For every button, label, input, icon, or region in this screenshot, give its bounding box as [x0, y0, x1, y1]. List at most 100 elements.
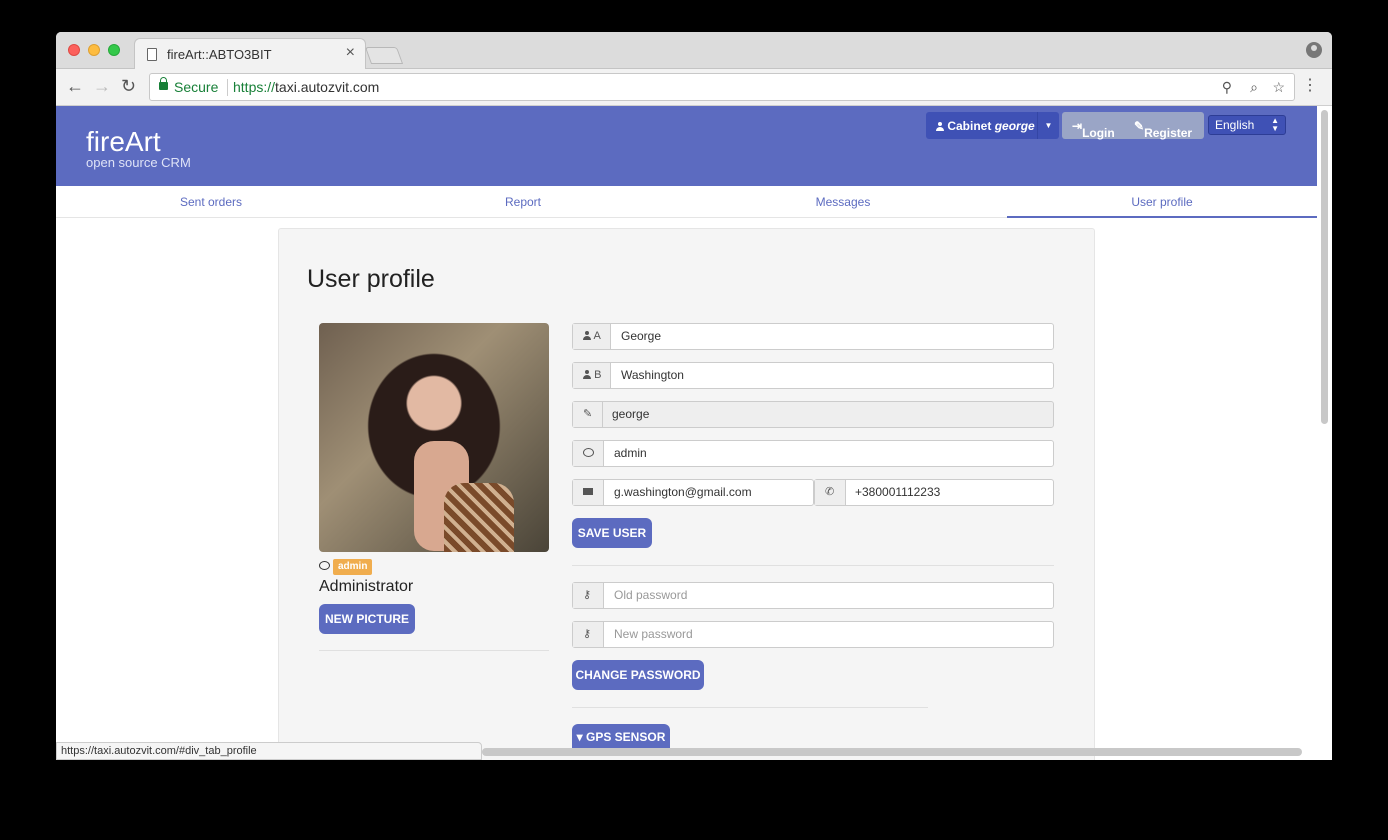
login-addon: ✎ — [573, 402, 603, 427]
user-icon — [583, 370, 591, 379]
page-title: User profile — [307, 265, 435, 293]
gps-sensor-label: GPS SENSOR — [586, 730, 666, 744]
secure-label: Secure — [174, 79, 219, 95]
browser-tab[interactable]: fireArt::ABTO3BIT × — [134, 38, 366, 69]
change-password-button[interactable]: CHANGE PASSWORD — [572, 660, 704, 690]
role-badge: admin — [333, 559, 373, 575]
role-addon — [573, 441, 604, 466]
browser-window: fireArt::ABTO3BIT × ← → ↻ Secure https:/… — [56, 32, 1332, 760]
tab-sent-orders[interactable]: Sent orders — [56, 186, 366, 218]
login-value: george — [612, 407, 650, 421]
last-name-field[interactable]: B Washington — [572, 362, 1054, 389]
role-value: admin — [614, 446, 647, 460]
gps-sensor-button[interactable]: ▾ GPS SENSOR — [572, 724, 670, 748]
address-bar[interactable]: Secure https://taxi.autozvit.com ⚲ ⌕ ☆ — [149, 73, 1295, 101]
web-page: fireArt open source CRM Cabinet george ▼… — [56, 106, 1332, 760]
login-label: Login — [1082, 126, 1115, 140]
envelope-icon — [583, 488, 593, 495]
new-picture-button[interactable]: NEW PICTURE — [319, 604, 415, 634]
auth-button-group: ⇥ Login ✎ Register — [1062, 112, 1204, 140]
email-field[interactable]: g.washington@gmail.com — [572, 479, 814, 506]
browser-profile-icon[interactable] — [1306, 42, 1322, 58]
nav-tabs: Sent orders Report Messages User profile — [56, 186, 1317, 218]
vertical-scrollbar[interactable] — [1321, 110, 1328, 424]
user-icon — [583, 331, 591, 340]
close-window-button[interactable] — [68, 44, 80, 56]
url-host: taxi.autozvit.com — [275, 79, 380, 95]
first-name-addon-label: A — [593, 330, 601, 342]
new-password-placeholder: New password — [614, 627, 693, 641]
pencil-icon: ✎ — [583, 408, 593, 420]
first-name-value: George — [621, 329, 662, 343]
role-name: Administrator — [319, 578, 414, 595]
browser-tab-title: fireArt::ABTO3BIT — [167, 47, 272, 62]
back-arrow-icon[interactable]: ← — [66, 76, 84, 97]
tab-report[interactable]: Report — [368, 186, 678, 218]
brand-logo[interactable]: fireArt — [86, 126, 161, 158]
save-user-button[interactable]: SAVE USER — [572, 518, 652, 548]
new-password-addon: ⚷ — [573, 622, 604, 647]
phone-field[interactable]: ✆ +380001112233 — [814, 479, 1054, 506]
paint-brush-icon[interactable]: ⚲ — [1222, 79, 1232, 96]
horizontal-scrollbar[interactable] — [482, 748, 1302, 756]
document-icon — [147, 48, 157, 61]
register-label: Register — [1144, 126, 1193, 140]
lock-icon — [159, 77, 168, 90]
tab-user-profile[interactable]: User profile — [1007, 186, 1317, 218]
email-value: g.washington@gmail.com — [614, 485, 752, 499]
register-button[interactable]: ✎ Register — [1134, 119, 1192, 140]
first-name-addon: A — [573, 324, 611, 349]
old-password-field[interactable]: ⚷ Old password — [572, 582, 1054, 609]
key-icon: ⚷ — [583, 589, 592, 601]
browser-menu-icon[interactable]: ⋮ — [1302, 75, 1318, 95]
new-tab-button[interactable] — [364, 47, 404, 64]
browser-toolbar: ← → ↻ Secure https://taxi.autozvit.com ⚲… — [56, 69, 1332, 106]
reload-icon[interactable]: ↻ — [121, 76, 136, 97]
email-addon — [573, 480, 604, 505]
zoom-icon[interactable]: ⌕ — [1250, 79, 1258, 96]
first-name-field[interactable]: A George — [572, 323, 1054, 350]
role-field[interactable]: admin — [572, 440, 1054, 467]
photo-detail — [444, 483, 514, 552]
tab-strip: fireArt::ABTO3BIT × — [56, 32, 1332, 69]
last-name-addon: B — [573, 363, 611, 388]
url-text[interactable]: https://taxi.autozvit.com — [233, 79, 379, 95]
url-scheme: https:// — [233, 79, 276, 95]
profile-photo — [319, 323, 549, 552]
phone-value: +380001112233 — [855, 485, 941, 499]
cabinet-dropdown-caret-icon[interactable]: ▼ — [1037, 112, 1059, 139]
forward-arrow-icon[interactable]: → — [93, 76, 111, 97]
close-tab-icon[interactable]: × — [346, 44, 355, 62]
site-header: fireArt open source CRM Cabinet george ▼… — [56, 106, 1317, 186]
new-password-field[interactable]: ⚷ New password — [572, 621, 1054, 648]
brand-subtitle: open source CRM — [86, 155, 191, 170]
comment-icon — [583, 448, 594, 457]
old-password-addon: ⚷ — [573, 583, 604, 608]
status-bar-url: https://taxi.autozvit.com/#div_tab_profi… — [56, 742, 482, 760]
comment-icon — [319, 561, 330, 570]
language-value: English — [1215, 118, 1255, 132]
profile-card: User profile admin Administrator NEW PIC… — [278, 228, 1095, 760]
last-name-value: Washington — [621, 368, 684, 382]
last-name-addon-label: B — [594, 369, 602, 381]
login-button[interactable]: ⇥ Login — [1072, 119, 1115, 140]
old-password-placeholder: Old password — [614, 588, 688, 602]
bookmark-star-icon[interactable]: ☆ — [1272, 79, 1285, 96]
divider — [572, 565, 1054, 566]
cabinet-label-group: Cabinet george — [936, 119, 1035, 133]
phone-addon: ✆ — [815, 480, 846, 505]
address-separator — [227, 79, 228, 96]
minimize-window-button[interactable] — [88, 44, 100, 56]
user-icon — [936, 122, 944, 131]
key-icon: ⚷ — [583, 628, 592, 640]
maximize-window-button[interactable] — [108, 44, 120, 56]
phone-icon: ✆ — [825, 486, 835, 498]
cabinet-username: george — [994, 119, 1035, 133]
cabinet-label: Cabinet — [947, 119, 992, 133]
login-field: ✎ george — [572, 401, 1054, 428]
divider — [572, 707, 928, 708]
select-arrows-icon: ▲ ▼ — [1271, 116, 1279, 133]
language-select[interactable]: English ▲ ▼ — [1208, 115, 1286, 135]
tab-messages[interactable]: Messages — [688, 186, 998, 218]
cabinet-button[interactable]: Cabinet george ▼ — [926, 112, 1059, 139]
